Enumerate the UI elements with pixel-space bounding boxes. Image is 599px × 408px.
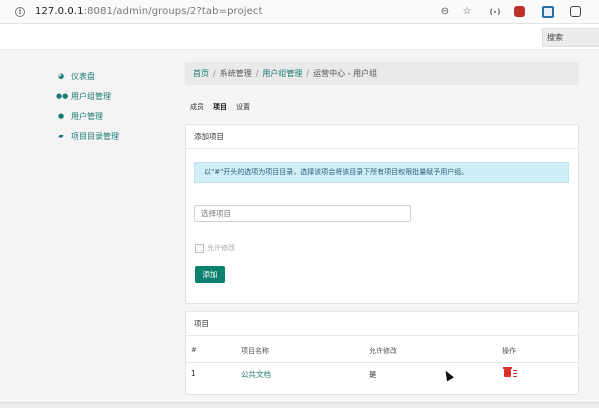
breadcrumb-current: 运营中心 - 用户组 bbox=[313, 69, 378, 78]
project-select[interactable] bbox=[194, 205, 411, 222]
url-path: :8081/admin/groups/2?tab=project bbox=[83, 6, 263, 17]
app-header: 搜索 bbox=[0, 24, 599, 50]
breadcrumb-separator: / bbox=[255, 69, 259, 78]
project-list-card: 项目 # 项目名称 允许修改 操作 1 公共文档 是 bbox=[185, 311, 579, 395]
add-button[interactable]: 添加 bbox=[195, 266, 225, 283]
url-host: 127.0.0.1 bbox=[35, 6, 84, 17]
sidebar-item-label: 仪表盘 bbox=[71, 71, 95, 81]
bookmark-star-icon[interactable]: ☆ bbox=[460, 5, 474, 19]
allow-edit-label: 允许修改 bbox=[207, 244, 235, 252]
tab-bar: 成员 项目 设置 bbox=[190, 102, 259, 112]
dashboard-icon: ◕ bbox=[57, 72, 65, 80]
add-project-card: 添加项目 以"#"开头的选项为项目目录，选择该项会将该目录下所有项目权限批量赋予… bbox=[185, 124, 579, 304]
extensions-puzzle-icon[interactable] bbox=[570, 6, 581, 17]
info-alert: 以"#"开头的选项为项目目录，选择该项会将该目录下所有项目权限批量赋予用户组。 bbox=[194, 162, 569, 183]
card-title: 添加项目 bbox=[186, 125, 578, 149]
sidebar-item-project-dirs[interactable]: ▰ 项目目录管理 bbox=[56, 126, 119, 146]
extension-square-icon[interactable] bbox=[542, 6, 554, 18]
users-icon: ●● bbox=[56, 92, 69, 100]
address-bar[interactable]: 127.0.0.1:8081/admin/groups/2?tab=projec… bbox=[35, 6, 263, 17]
user-icon: ● bbox=[57, 112, 65, 120]
bottom-divider bbox=[0, 402, 599, 408]
sidebar: ◕ 仪表盘 ●● 用户组管理 ● 用户管理 ▰ 项目目录管理 bbox=[56, 66, 119, 146]
card-title: 项目 bbox=[186, 312, 578, 336]
folder-open-icon: ▰ bbox=[58, 132, 64, 140]
browser-toolbar: i 127.0.0.1:8081/admin/groups/2?tab=proj… bbox=[0, 0, 599, 24]
sidebar-item-users[interactable]: ● 用户管理 bbox=[56, 106, 119, 126]
column-header-name: 项目名称 bbox=[241, 347, 269, 355]
allow-edit-checkbox[interactable] bbox=[195, 243, 204, 253]
column-header-allow: 允许修改 bbox=[369, 347, 397, 355]
breadcrumb-home[interactable]: 首页 bbox=[193, 69, 209, 78]
column-header-actions: 操作 bbox=[502, 347, 516, 355]
breadcrumb-groups[interactable]: 用户组管理 bbox=[262, 69, 302, 78]
tab-members[interactable]: 成员 bbox=[190, 103, 204, 111]
sidebar-item-label: 项目目录管理 bbox=[71, 131, 119, 141]
breadcrumb-separator: / bbox=[213, 69, 216, 78]
tab-projects[interactable]: 项目 bbox=[213, 103, 227, 111]
row-num: 1 bbox=[191, 369, 196, 378]
sidebar-item-groups[interactable]: ●● 用户组管理 bbox=[56, 86, 119, 106]
delete-lines-icon[interactable] bbox=[513, 370, 517, 377]
search-input[interactable]: 搜索 bbox=[542, 28, 599, 47]
sidebar-item-label: 用户组管理 bbox=[71, 91, 111, 101]
info-icon[interactable]: i bbox=[15, 7, 25, 17]
sidebar-item-dashboard[interactable]: ◕ 仪表盘 bbox=[56, 66, 119, 86]
allow-edit-row: 允许修改 bbox=[195, 243, 235, 253]
breadcrumb-system: 系统管理 bbox=[219, 69, 252, 78]
divider bbox=[186, 362, 578, 363]
project-name-link[interactable]: 公共文档 bbox=[241, 369, 271, 380]
extension-fox-icon[interactable] bbox=[514, 6, 525, 17]
breadcrumb: 首页 / 系统管理 / 用户组管理 / 运营中心 - 用户组 bbox=[185, 62, 579, 85]
tab-settings[interactable]: 设置 bbox=[236, 103, 250, 111]
sidebar-item-label: 用户管理 bbox=[71, 111, 103, 121]
delete-icon[interactable] bbox=[503, 367, 512, 377]
breadcrumb-separator: / bbox=[306, 69, 310, 78]
extension-icon[interactable]: (∘) bbox=[488, 5, 502, 19]
column-header-num: # bbox=[191, 346, 197, 354]
row-allow-value: 是 bbox=[369, 370, 377, 379]
zoom-icon[interactable]: ⊖ bbox=[438, 5, 452, 19]
